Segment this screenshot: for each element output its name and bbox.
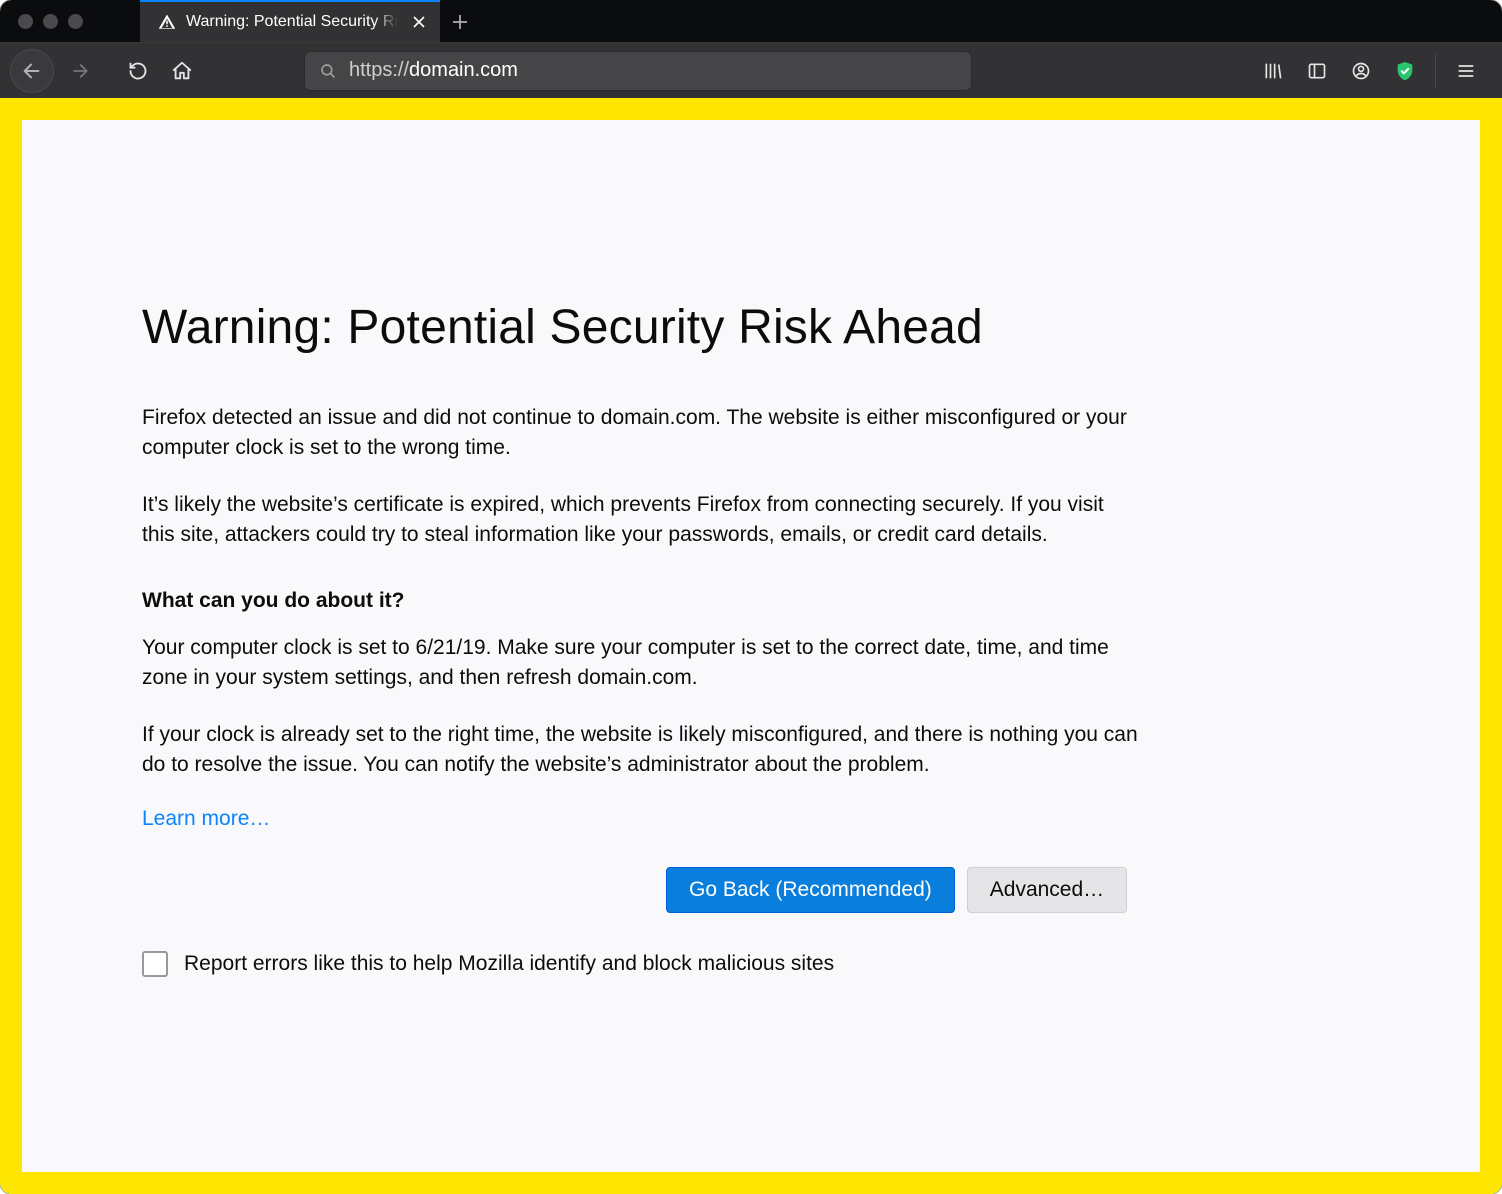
tab-active[interactable]: Warning: Potential Security Risk Ahead: [140, 0, 440, 42]
titlebar: Warning: Potential Security Risk Ahead: [0, 0, 1502, 42]
back-button[interactable]: [10, 49, 54, 93]
warning-paragraph-1: Firefox detected an issue and did not co…: [142, 403, 1142, 464]
tab-strip: Warning: Potential Security Risk Ahead: [140, 0, 480, 42]
url-text: https://domain.com: [349, 59, 518, 82]
window-close-button[interactable]: [18, 14, 33, 29]
forward-button[interactable]: [62, 53, 98, 89]
url-bar[interactable]: https://domain.com: [304, 51, 972, 91]
learn-more-link[interactable]: Learn more…: [142, 807, 270, 830]
window-zoom-button[interactable]: [68, 14, 83, 29]
warning-paragraph-4: If your clock is already set to the righ…: [142, 720, 1142, 781]
new-tab-button[interactable]: [440, 0, 480, 42]
go-back-button[interactable]: Go Back (Recommended): [666, 867, 955, 913]
close-tab-button[interactable]: [412, 15, 426, 29]
navigation-toolbar: https://domain.com: [0, 42, 1502, 98]
tab-title: Warning: Potential Security Risk Ahead: [186, 13, 402, 31]
url-prefix: https://: [349, 59, 409, 82]
warning-icon: [158, 13, 176, 31]
button-row: Go Back (Recommended) Advanced…: [666, 867, 1360, 913]
toolbar-right: [1253, 51, 1492, 91]
page-title: Warning: Potential Security Risk Ahead: [142, 300, 1360, 355]
advanced-button[interactable]: Advanced…: [967, 867, 1127, 913]
reload-button[interactable]: [120, 53, 156, 89]
protection-shield-icon[interactable]: [1385, 51, 1425, 91]
content-viewport: Warning: Potential Security Risk Ahead F…: [0, 98, 1502, 1194]
account-button[interactable]: [1341, 51, 1381, 91]
report-errors-label: Report errors like this to help Mozilla …: [184, 952, 834, 976]
app-menu-button[interactable]: [1446, 51, 1486, 91]
warning-paragraph-3: Your computer clock is set to 6/21/19. M…: [142, 633, 1142, 694]
window-minimize-button[interactable]: [43, 14, 58, 29]
report-errors-checkbox[interactable]: [142, 951, 168, 977]
sidebar-button[interactable]: [1297, 51, 1337, 91]
search-icon: [319, 62, 337, 80]
library-button[interactable]: [1253, 51, 1293, 91]
warning-page: Warning: Potential Security Risk Ahead F…: [22, 120, 1480, 1172]
warning-paragraph-2: It’s likely the website’s certificate is…: [142, 490, 1142, 551]
toolbar-separator: [1435, 54, 1436, 88]
home-button[interactable]: [164, 53, 200, 89]
window-controls: [0, 0, 140, 42]
subheading: What can you do about it?: [142, 589, 1360, 613]
url-domain: domain.com: [409, 59, 518, 82]
report-row: Report errors like this to help Mozilla …: [142, 951, 1360, 977]
